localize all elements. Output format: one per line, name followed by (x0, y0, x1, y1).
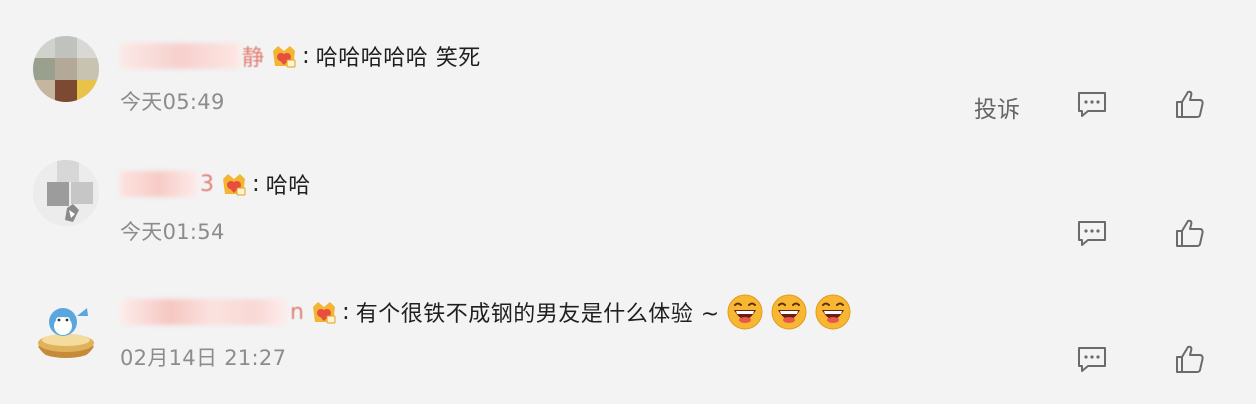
thumbs-up-icon[interactable] (1174, 217, 1206, 249)
avatar[interactable] (33, 160, 99, 226)
laughing-emoji-icon (815, 294, 851, 330)
report-button[interactable]: 投诉 (974, 90, 1020, 124)
username-blurred[interactable] (120, 43, 240, 69)
laughing-emoji-icon (727, 294, 763, 330)
laughing-emoji-icon (771, 294, 807, 330)
avatar[interactable] (33, 36, 99, 102)
username-tail[interactable]: 3 (200, 172, 214, 197)
avatar[interactable] (33, 296, 99, 362)
comment-text: 哈哈哈哈哈 笑死 (315, 46, 481, 71)
comment-time: 今天01:54 (120, 220, 225, 244)
username-tail[interactable]: 静 (242, 40, 264, 72)
comment-time: 今天05:49 (120, 90, 225, 114)
username-tail[interactable]: n (290, 300, 304, 325)
comment-bubble-icon[interactable] (1076, 89, 1108, 121)
comment-item: n : 有个很铁不成钢的男友是什么体验 ~ 02月14日 21:27 (0, 260, 1256, 390)
comment-time: 02月14日 21:27 (120, 346, 287, 370)
fan-badge-icon (223, 174, 246, 196)
comment-header: n : 有个很铁不成钢的男友是什么体验 ~ (120, 292, 852, 332)
name-colon: : (252, 171, 260, 197)
avatar-image (33, 36, 99, 102)
comment-text: 哈哈 (265, 174, 311, 199)
avatar-image (38, 308, 94, 358)
username-blurred[interactable] (120, 171, 198, 197)
thumbs-up-icon[interactable] (1174, 343, 1206, 375)
comment-bubble-icon[interactable] (1076, 344, 1108, 376)
avatar-image (33, 160, 99, 226)
name-colon: : (341, 299, 350, 325)
comment-list: 静 : 哈哈哈哈哈 笑死 今天05:49 投诉 3: 哈哈 今天01:54 n… (0, 0, 1256, 404)
fan-badge-icon (312, 302, 336, 324)
comment-item: 3 : 哈哈 今天01:54 (0, 130, 1256, 260)
comment-item: 静 : 哈哈哈哈哈 笑死 今天05:49 投诉 (0, 0, 1256, 130)
name-colon: : (302, 43, 310, 69)
fan-badge-icon (273, 46, 296, 68)
thumbs-up-icon[interactable] (1174, 88, 1206, 120)
comment-text: 有个很铁不成钢的男友是什么体验 ~ (355, 302, 720, 327)
comment-header: 3 : 哈哈 (120, 164, 311, 204)
username-blurred[interactable] (120, 299, 288, 325)
comment-bubble-icon[interactable] (1076, 218, 1108, 250)
comment-header: 静 : 哈哈哈哈哈 笑死 (120, 36, 481, 76)
